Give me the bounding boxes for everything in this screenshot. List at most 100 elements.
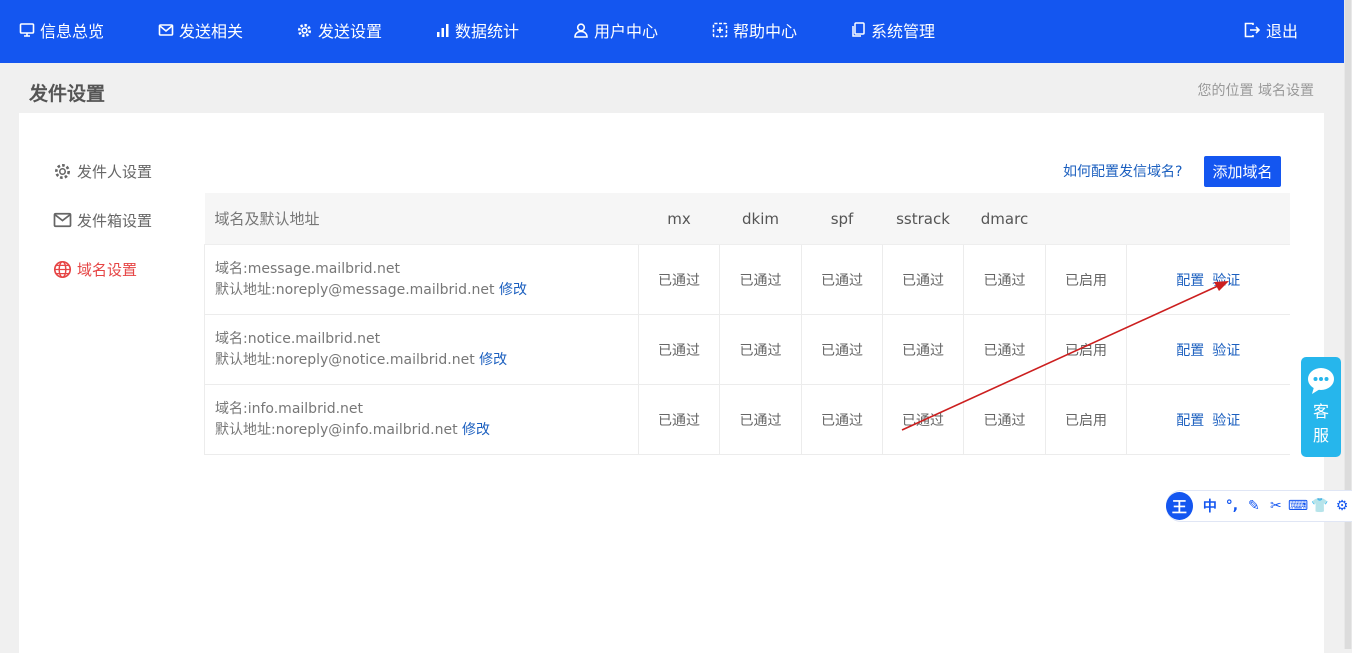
column-header: spf — [801, 193, 883, 245]
column-header: sstrack — [882, 193, 964, 245]
sstrack-status: 已通过 — [882, 244, 964, 315]
edit-link[interactable]: 修改 — [499, 282, 527, 298]
scrollbar-thumb[interactable] — [1345, 0, 1351, 649]
spf-status: 已通过 — [801, 244, 883, 315]
service-text-2: 服 — [1312, 426, 1329, 445]
dmarc-status: 已通过 — [963, 244, 1046, 315]
config-link[interactable]: 配置 — [1176, 273, 1204, 289]
mx-status: 已通过 — [638, 244, 720, 315]
address-prefix: 默认地址: — [215, 351, 276, 368]
nav-label: 发送相关 — [179, 22, 244, 41]
address-prefix: 默认地址: — [215, 281, 276, 298]
ime-handwrite-icon[interactable]: ✎ — [1243, 495, 1265, 517]
ime-skin-icon[interactable]: 👕 — [1309, 495, 1331, 517]
nav-item-system[interactable]: 系统管理 — [851, 18, 935, 42]
column-header — [1045, 193, 1127, 245]
domain-cell: 域名:info.mailbrid.net 默认地址:noreply@info.m… — [204, 384, 639, 455]
operations-cell: 配置 验证 — [1126, 384, 1290, 455]
verify-link[interactable]: 验证 — [1212, 343, 1240, 359]
column-header: dkim — [719, 193, 802, 245]
sidebar-item-domain-settings[interactable]: 域名设置 — [53, 259, 137, 279]
ime-logo[interactable]: 王 — [1166, 492, 1193, 520]
address-prefix: 默认地址: — [215, 421, 276, 438]
nav-item-help-center[interactable]: 帮助中心 — [712, 18, 797, 42]
nav-label: 系统管理 — [871, 22, 936, 41]
bar-chart-icon — [437, 24, 449, 37]
nav-item-overview[interactable]: 信息总览 — [19, 18, 104, 42]
sidebar-item-outbox-settings[interactable]: 发件箱设置 — [53, 210, 152, 230]
nav-label: 数据统计 — [455, 22, 520, 41]
nav-label: 发送设置 — [318, 22, 383, 41]
mail-icon — [53, 212, 72, 228]
nav-label: 信息总览 — [40, 22, 105, 41]
enabled-status[interactable]: 已启用 — [1045, 244, 1127, 315]
top-navbar: 信息总览 发送相关 发送设置 数据统计 用户中心 帮助中心 系统管理 退出 — [0, 0, 1344, 63]
ime-scissors-icon[interactable]: ✂ — [1265, 495, 1287, 517]
nav-item-statistics[interactable]: 数据统计 — [436, 18, 519, 42]
ime-settings-icon[interactable]: ⚙ — [1331, 495, 1352, 517]
verify-link[interactable]: 验证 — [1212, 413, 1240, 429]
table-header-row: 域名及默认地址 mx dkim spf sstrack dmarc — [204, 193, 1290, 245]
operations-cell: 配置 验证 — [1126, 244, 1290, 315]
dkim-status: 已通过 — [719, 384, 802, 455]
logout-icon — [1244, 22, 1261, 38]
scrollbar[interactable] — [1344, 0, 1352, 649]
table-row: 域名:notice.mailbrid.net 默认地址:noreply@noti… — [204, 314, 1290, 385]
enabled-status[interactable]: 已启用 — [1045, 314, 1127, 385]
chat-bubble-icon — [1308, 368, 1334, 394]
page-title: 发件设置 — [29, 83, 106, 105]
verify-link[interactable]: 验证 — [1212, 273, 1240, 289]
sidebar-item-sender-settings[interactable]: 发件人设置 — [53, 161, 152, 181]
sidebar-item-label: 发件人设置 — [77, 162, 153, 181]
domain-table: 域名及默认地址 mx dkim spf sstrack dmarc 域名:mes… — [204, 193, 1290, 455]
dkim-status: 已通过 — [719, 314, 802, 385]
config-link[interactable]: 配置 — [1176, 343, 1204, 359]
ime-toolbar: 王 中 °, ✎ ✂ ⌨ 👕 ⚙ — [1166, 490, 1352, 522]
ime-punctuation[interactable]: °, — [1221, 495, 1243, 517]
nav-label: 用户中心 — [594, 22, 659, 41]
spf-status: 已通过 — [801, 384, 883, 455]
ime-keyboard-icon[interactable]: ⌨ — [1287, 495, 1309, 517]
config-link[interactable]: 配置 — [1176, 413, 1204, 429]
operations-cell: 配置 验证 — [1126, 314, 1290, 385]
ime-chinese-mode[interactable]: 中 — [1199, 495, 1221, 517]
nav-item-sending[interactable]: 发送相关 — [158, 18, 243, 42]
service-text-1: 客 — [1312, 402, 1329, 421]
monitor-icon — [19, 23, 35, 37]
breadcrumb: 您的位置 域名设置 — [1197, 83, 1314, 99]
nav-item-user-center[interactable]: 用户中心 — [573, 18, 658, 42]
edit-link[interactable]: 修改 — [479, 352, 507, 368]
table-row: 域名:message.mailbrid.net 默认地址:noreply@mes… — [204, 244, 1290, 315]
user-icon — [574, 23, 588, 38]
edit-link[interactable]: 修改 — [462, 422, 490, 438]
gear-icon — [55, 163, 70, 179]
domain-name: info.mailbrid.net — [247, 400, 364, 417]
domain-name: message.mailbrid.net — [247, 260, 400, 277]
domain-prefix: 域名: — [215, 400, 248, 417]
table-row: 域名:info.mailbrid.net 默认地址:noreply@info.m… — [204, 384, 1290, 455]
help-link-configure-domain[interactable]: 如何配置发信域名? — [1063, 161, 1182, 181]
sstrack-status: 已通过 — [882, 314, 964, 385]
customer-service-button[interactable]: 客 服 — [1301, 357, 1341, 457]
dkim-status: 已通过 — [719, 244, 802, 315]
domain-cell: 域名:notice.mailbrid.net 默认地址:noreply@noti… — [204, 314, 639, 385]
spf-status: 已通过 — [801, 314, 883, 385]
add-domain-button[interactable]: 添加域名 — [1204, 156, 1281, 187]
nav-item-send-settings[interactable]: 发送设置 — [296, 18, 382, 42]
default-address: noreply@notice.mailbrid.net — [275, 351, 475, 368]
column-header — [1126, 193, 1290, 245]
logout-label: 退出 — [1266, 22, 1299, 41]
default-address: noreply@message.mailbrid.net — [275, 281, 495, 298]
help-box-icon — [712, 22, 728, 38]
logout-button[interactable]: 退出 — [1244, 18, 1298, 42]
mx-status: 已通过 — [638, 384, 720, 455]
sidebar-item-label: 域名设置 — [77, 260, 138, 279]
mail-icon — [158, 24, 174, 36]
default-address: noreply@info.mailbrid.net — [275, 421, 458, 438]
column-header: mx — [638, 193, 720, 245]
dmarc-status: 已通过 — [963, 314, 1046, 385]
domain-prefix: 域名: — [215, 330, 248, 347]
mx-status: 已通过 — [638, 314, 720, 385]
sidebar-item-label: 发件箱设置 — [77, 211, 153, 230]
enabled-status[interactable]: 已启用 — [1045, 384, 1127, 455]
